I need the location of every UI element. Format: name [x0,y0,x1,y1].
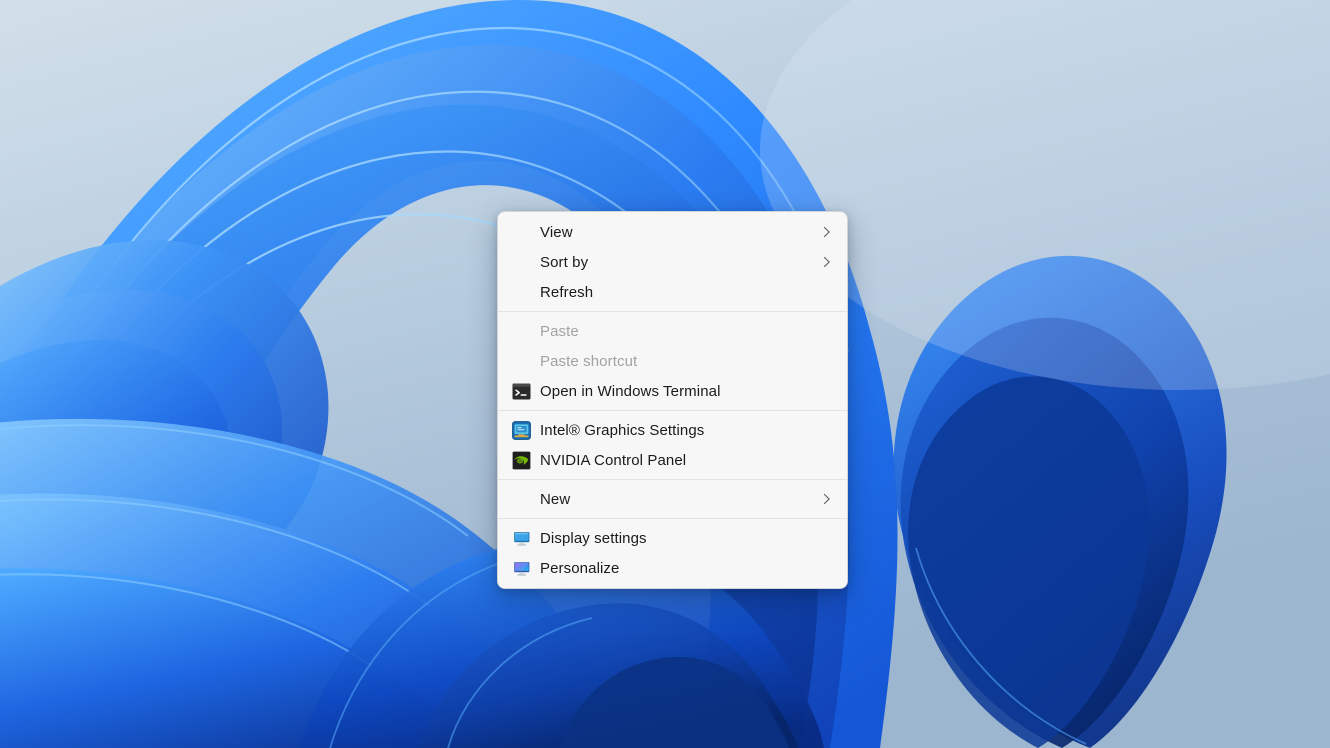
menu-item-label: View [540,225,811,240]
context-menu-group: View Sort by Refresh [498,217,847,307]
menu-separator [498,518,847,519]
menu-item-label: NVIDIA Control Panel [540,453,833,468]
menu-item-intel-graphics-settings[interactable]: Intel® Graphics Settings [500,415,845,445]
menu-item-view[interactable]: View [500,217,845,247]
menu-separator [498,311,847,312]
menu-item-label: Paste shortcut [540,354,833,369]
personalize-icon [510,557,532,579]
blank-icon-slot [510,251,532,273]
desktop[interactable]: View Sort by Refresh Paste [0,0,1330,748]
blank-icon-slot [510,281,532,303]
menu-item-sort-by[interactable]: Sort by [500,247,845,277]
windows-terminal-icon [510,380,532,402]
chevron-right-icon [821,255,833,269]
menu-item-label: New [540,492,811,507]
menu-item-open-in-windows-terminal[interactable]: Open in Windows Terminal [500,376,845,406]
menu-item-personalize[interactable]: Personalize [500,553,845,583]
context-menu-group: Intel® Graphics Settings NVIDIA Control … [498,415,847,475]
menu-item-label: Open in Windows Terminal [540,384,833,399]
desktop-context-menu[interactable]: View Sort by Refresh Paste [497,211,848,589]
menu-item-label: Display settings [540,531,833,546]
chevron-right-icon [821,225,833,239]
menu-item-refresh[interactable]: Refresh [500,277,845,307]
blank-icon-slot [510,320,532,342]
menu-item-label: Sort by [540,255,811,270]
menu-item-label: Intel® Graphics Settings [540,423,833,438]
menu-separator [498,479,847,480]
menu-item-label: Personalize [540,561,833,576]
chevron-right-icon [821,492,833,506]
blank-icon-slot [510,350,532,372]
menu-item-display-settings[interactable]: Display settings [500,523,845,553]
blank-icon-slot [510,221,532,243]
context-menu-group: Paste Paste shortcut Open in Windows Ter… [498,316,847,406]
intel-graphics-icon [510,419,532,441]
menu-separator [498,410,847,411]
menu-item-label: Refresh [540,285,833,300]
context-menu-group: Display settings [498,523,847,583]
menu-item-paste-shortcut: Paste shortcut [500,346,845,376]
blank-icon-slot [510,488,532,510]
menu-item-nvidia-control-panel[interactable]: NVIDIA Control Panel [500,445,845,475]
menu-item-label: Paste [540,324,833,339]
menu-item-paste: Paste [500,316,845,346]
context-menu-group: New [498,484,847,514]
menu-item-new[interactable]: New [500,484,845,514]
display-settings-icon [510,527,532,549]
nvidia-icon [510,449,532,471]
